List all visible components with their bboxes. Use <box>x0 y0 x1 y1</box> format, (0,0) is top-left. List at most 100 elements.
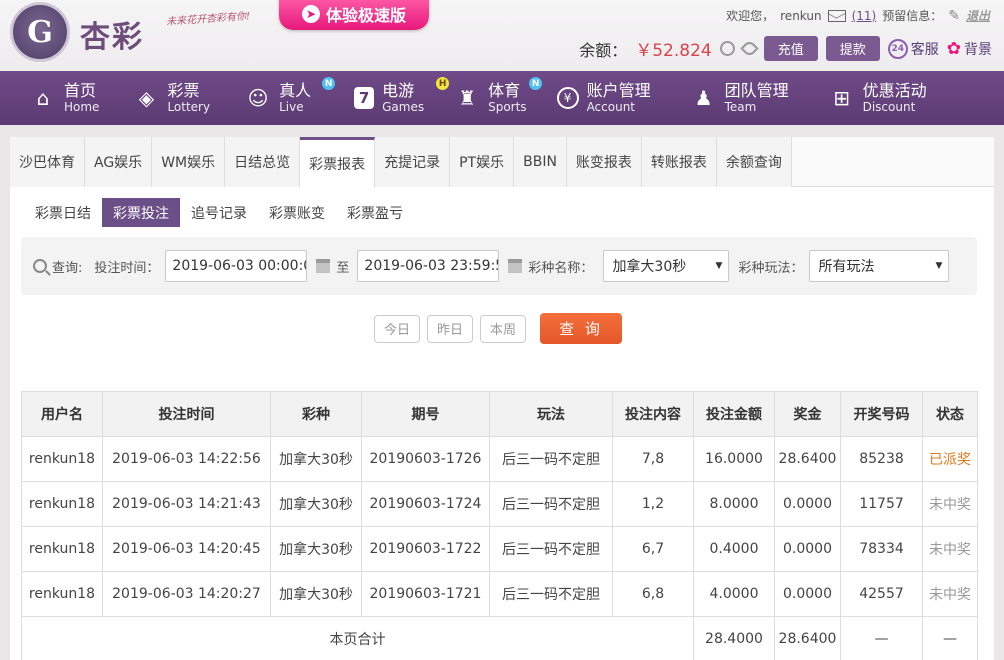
tab-saba-sports[interactable]: 沙巴体育 <box>10 137 85 187</box>
subtab-profit-loss[interactable]: 彩票盈亏 <box>336 198 414 227</box>
start-time-input[interactable]: 2019-06-03 00:00:00 <box>165 250 308 282</box>
balance-value: ￥52.824 <box>635 41 712 61</box>
tab-account-change[interactable]: 账变报表 <box>566 137 642 187</box>
cell-username: renkun18 <box>21 571 103 617</box>
col-bet-time: 投注时间 <box>102 391 271 437</box>
cell-play-type: 后三一码不定胆 <box>489 571 613 617</box>
cell-bet-time: 2019-06-03 14:20:27 <box>102 571 271 617</box>
trial-version-button[interactable]: ➤ 体验极速版 <box>279 0 429 30</box>
bow-icon: ✿ <box>946 38 961 59</box>
rocket-icon: ➤ <box>301 5 320 23</box>
lady-icon: ☺ <box>247 86 269 110</box>
nav-live[interactable]: ☺ 真人 Live N <box>245 71 336 125</box>
tab-balance-query[interactable]: 余额查询 <box>716 137 792 187</box>
quick-date-buttons: 今日 昨日 本周 查 询 <box>374 313 623 344</box>
cell-bet-time: 2019-06-03 14:22:56 <box>102 436 271 482</box>
nav-team-zh: 团队管理 <box>724 81 789 100</box>
bets-table: 用户名 投注时间 彩种 期号 玩法 投注内容 投注金额 奖金 开奖号码 状态 r… <box>21 391 978 660</box>
tab-ag[interactable]: AG娱乐 <box>85 137 153 187</box>
cell-prize: 28.6400 <box>774 436 841 482</box>
subtab-daily[interactable]: 彩票日结 <box>24 198 102 227</box>
today-button[interactable]: 今日 <box>374 314 421 343</box>
cell-issue: 20190603-1722 <box>361 526 490 572</box>
tab-transfer[interactable]: 转账报表 <box>641 137 717 187</box>
yesterday-button[interactable]: 昨日 <box>427 314 474 343</box>
cell-prize: 0.0000 <box>774 526 841 572</box>
logo-emblem[interactable]: G <box>10 2 70 62</box>
table-header-row: 用户名 投注时间 彩种 期号 玩法 投注内容 投注金额 奖金 开奖号码 状态 <box>21 391 978 437</box>
edit-icon[interactable]: ✎ <box>948 8 960 24</box>
subtab-bets[interactable]: 彩票投注 <box>102 198 180 227</box>
table-row[interactable]: renkun18 2019-06-03 14:20:27 加拿大30秒 2019… <box>21 571 978 617</box>
nav-sports[interactable]: ♜ 体育 Sports N <box>454 71 543 125</box>
query-button[interactable]: 查 询 <box>540 313 623 344</box>
tab-daily-overview[interactable]: 日结总览 <box>225 137 301 187</box>
lottery-select-value: 加拿大30秒 <box>612 259 687 275</box>
nav-games[interactable]: 7 电游 Games H <box>354 71 450 125</box>
nav-team[interactable]: ♟ 团队管理 Team <box>691 71 789 125</box>
background-button[interactable]: ✿ 背景 <box>947 39 992 59</box>
this-week-button[interactable]: 本周 <box>480 314 527 343</box>
cell-lottery: 加拿大30秒 <box>270 571 362 617</box>
yen-coin-icon: ¥ <box>556 87 579 109</box>
cell-username: renkun18 <box>21 436 103 482</box>
mail-icon[interactable] <box>827 9 846 22</box>
logout-link[interactable]: 退出 <box>966 7 990 24</box>
nav-games-zh: 电游 <box>382 81 415 100</box>
chevron-down-icon: ▼ <box>935 261 943 271</box>
nav-live-zh: 真人 <box>279 81 312 100</box>
tab-wm[interactable]: WM娱乐 <box>152 137 226 187</box>
lottery-select[interactable]: 加拿大30秒 ▼ <box>603 250 730 282</box>
logo-text[interactable]: 杏彩 <box>80 12 144 56</box>
table-row[interactable]: renkun18 2019-06-03 14:20:45 加拿大30秒 2019… <box>21 526 978 572</box>
play-type-select[interactable]: 所有玩法 ▼ <box>809 250 950 282</box>
main-nav: ⌂ 首页 Home ◈ 彩票 Lottery ☺ 真人 Live N 7 电游 Game… <box>0 71 1004 125</box>
withdraw-button[interactable]: 提款 <box>825 36 880 61</box>
search-icon <box>33 259 47 273</box>
cell-draw-numbers: 11757 <box>840 481 923 527</box>
table-row[interactable]: renkun18 2019-06-03 14:22:56 加拿大30秒 2019… <box>21 436 978 482</box>
subtab-account-change[interactable]: 彩票账变 <box>258 198 336 227</box>
nav-account[interactable]: ¥ 账户管理 Account <box>556 71 651 125</box>
cell-bet-content: 1,2 <box>612 481 694 527</box>
home-icon: ⌂ <box>36 86 50 110</box>
calendar-icon[interactable] <box>316 259 331 273</box>
cell-play-type: 后三一码不定胆 <box>489 436 613 482</box>
cell-lottery: 加拿大30秒 <box>270 481 362 527</box>
play-type-value: 所有玩法 <box>818 259 875 275</box>
end-time-input[interactable]: 2019-06-03 23:59:59 <box>357 250 500 282</box>
nav-account-zh: 账户管理 <box>586 81 651 100</box>
query-label: 查询: <box>52 260 83 276</box>
cell-bet-content: 6,8 <box>612 571 694 617</box>
tab-bbin[interactable]: BBIN <box>514 137 567 187</box>
nav-games-en: Games <box>382 100 425 114</box>
customer-service-button[interactable]: 24 客服 <box>887 38 939 59</box>
nav-discount[interactable]: ⊞ 优惠活动 Discount <box>829 71 926 125</box>
nav-lottery[interactable]: ◈ 彩票 Lottery <box>133 71 210 125</box>
cell-draw-numbers: 85238 <box>840 436 923 482</box>
total-draw-numbers: — <box>840 616 923 660</box>
filter-bar: 查询: 投注时间： 2019-06-03 00:00:00 至 2019-06-… <box>21 237 977 295</box>
refresh-icon[interactable] <box>719 41 735 56</box>
tab-deposit-withdraw[interactable]: 充提记录 <box>375 137 451 187</box>
col-bet-content: 投注内容 <box>612 391 694 437</box>
nav-home-zh: 首页 <box>64 81 97 100</box>
to-label: 至 <box>336 260 350 276</box>
subtab-chase[interactable]: 追号记录 <box>180 198 258 227</box>
nav-lottery-en: Lottery <box>167 100 211 114</box>
tab-lottery-report[interactable]: 彩票报表 <box>300 137 376 188</box>
total-prize: 28.6400 <box>774 616 841 660</box>
table-row[interactable]: renkun18 2019-06-03 14:21:43 加拿大30秒 2019… <box>21 481 978 527</box>
status-badge: 已派奖 <box>922 436 978 482</box>
nav-home[interactable]: ⌂ 首页 Home <box>30 71 100 125</box>
tab-pt[interactable]: PT娱乐 <box>450 137 515 187</box>
message-count-link[interactable]: (11) <box>852 9 877 23</box>
nav-sports-zh: 体育 <box>488 81 521 100</box>
cell-bet-time: 2019-06-03 14:21:43 <box>102 481 271 527</box>
recharge-button[interactable]: 充值 <box>763 36 818 61</box>
col-status: 状态 <box>922 391 978 437</box>
hide-eye-icon[interactable] <box>740 39 759 58</box>
calendar-icon[interactable] <box>508 259 523 273</box>
cell-bet-amount: 0.4000 <box>693 526 775 572</box>
col-lottery: 彩种 <box>270 391 362 437</box>
